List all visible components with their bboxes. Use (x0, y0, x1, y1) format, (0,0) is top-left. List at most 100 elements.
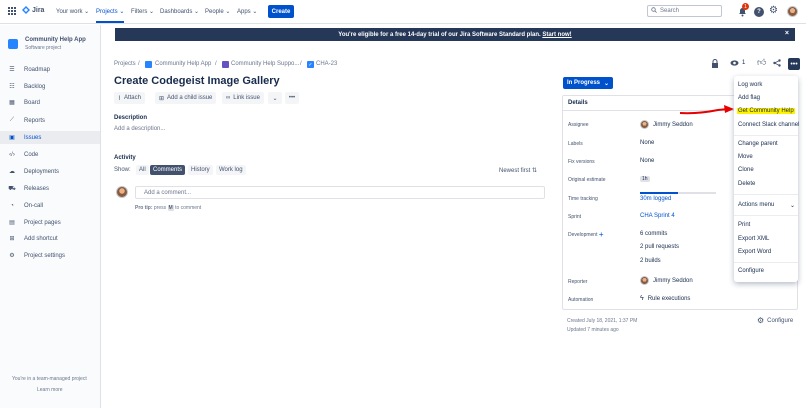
annotation-arrow-icon (679, 105, 734, 115)
sprint-field[interactable]: CHA Sprint 4 (640, 213, 675, 219)
nav-dashboards[interactable]: Dashboards ⌄ (160, 8, 199, 15)
menu-item-change-parent[interactable]: Change parent (738, 141, 778, 147)
commits-link[interactable]: 6 commits (640, 231, 667, 237)
sidebar-item-board[interactable]: ▦ Board (0, 96, 100, 109)
project-icon (145, 61, 152, 68)
close-icon[interactable]: × (785, 30, 789, 37)
menu-item-add-flag[interactable]: Add flag (738, 95, 760, 101)
tab-history[interactable]: History (188, 165, 213, 175)
settings-gear-icon[interactable]: ⚙ (769, 6, 778, 16)
menu-item-actions-menu[interactable]: Actions menu (738, 202, 774, 208)
comment-input[interactable]: Add a comment... (135, 186, 545, 199)
menu-item-log-work[interactable]: Log work (738, 82, 762, 88)
sidebar-item-releases[interactable]: ⛟ Releases (0, 182, 100, 195)
add-child-issue-button[interactable]: ⊞ Add a child issue (155, 92, 217, 104)
create-button[interactable]: Create (268, 5, 294, 18)
nav-apps[interactable]: Apps ⌄ (237, 8, 257, 15)
sidebar-item-code[interactable]: ‹/› Code (0, 148, 100, 161)
assignee-label: Assignee (568, 122, 589, 128)
menu-item-export-xml[interactable]: Export XML (738, 236, 769, 242)
lock-icon[interactable] (711, 59, 719, 70)
notification-badge: 1 (742, 3, 749, 10)
breadcrumb-epic[interactable]: Community Help Suppo... (231, 61, 299, 67)
menu-item-move[interactable]: Move (738, 154, 753, 160)
project-sidebar: Community Help App Software project ☰ Roa… (0, 25, 101, 408)
issue-title[interactable]: Create Codegeist Image Gallery (114, 75, 280, 87)
learn-more-link[interactable]: Learn more (37, 387, 63, 393)
fix-versions-field[interactable]: None (640, 158, 654, 164)
sidebar-item-deployments[interactable]: ☁ Deployments (0, 165, 100, 178)
pull-requests-link[interactable]: 2 pull requests (640, 244, 679, 250)
automation-field[interactable]: ϟ Rule executions (640, 295, 690, 302)
menu-divider (734, 135, 798, 136)
share-icon[interactable] (773, 59, 781, 69)
configure-button[interactable]: ⚙ Configure (757, 316, 793, 325)
breadcrumb-project[interactable]: Community Help App (155, 61, 211, 67)
time-tracking-bar[interactable] (640, 192, 716, 194)
nav-filters[interactable]: Filters ⌄ (131, 8, 154, 15)
project-type: Software project (25, 45, 62, 51)
tab-all[interactable]: All (136, 165, 149, 175)
tab-work-log[interactable]: Work log (216, 165, 246, 175)
pro-tip: Pro tip: press M to comment (135, 205, 202, 211)
sidebar-item-on-call[interactable]: ◔ On-call (0, 199, 100, 212)
sort-order-button[interactable]: Newest first ⇅ (499, 167, 537, 174)
labels-label: Labels (568, 141, 583, 147)
paperclip-icon: ⌇ (118, 95, 121, 102)
attach-button[interactable]: ⌇ Attach (114, 92, 145, 104)
more-actions-button[interactable]: ••• (788, 58, 800, 70)
menu-item-clone[interactable]: Clone (738, 167, 754, 173)
link-icon: ∞ (226, 95, 231, 101)
app-switcher-icon[interactable] (8, 7, 16, 15)
nav-projects[interactable]: Projects ⌄ (96, 8, 125, 23)
help-icon[interactable]: ? (754, 7, 764, 17)
sidebar-item-project-settings[interactable]: ⚙ Project settings (0, 249, 100, 262)
menu-item-get-community-help[interactable]: Get Community Help (737, 108, 795, 114)
comment-placeholder: Add a comment... (144, 189, 192, 196)
menu-item-delete[interactable]: Delete (738, 181, 755, 187)
link-issue-dropdown[interactable]: ⌄ (268, 92, 282, 104)
deployments-icon: ☁ (9, 169, 15, 175)
more-toolbar-button[interactable]: ••• (285, 92, 299, 104)
menu-item-connect-slack[interactable]: Connect Slack channel (738, 122, 799, 128)
project-name[interactable]: Community Help App (25, 37, 86, 43)
start-now-link[interactable]: Start now! (542, 32, 571, 38)
user-avatar[interactable] (787, 6, 798, 17)
reports-icon: ⟋ (9, 117, 15, 123)
nav-your-work[interactable]: Your work ⌄ (56, 8, 89, 15)
menu-item-configure[interactable]: Configure (738, 268, 764, 274)
status-dropdown[interactable]: In Progress ⌄ (563, 77, 613, 89)
builds-link[interactable]: 2 builds (640, 258, 661, 264)
link-issue-button[interactable]: ∞ Link issue (222, 92, 264, 104)
watch-button[interactable]: 1 (730, 59, 745, 67)
trial-banner: You're eligible for a free 14-day trial … (115, 28, 795, 41)
plus-icon[interactable]: + (599, 231, 604, 239)
menu-item-print[interactable]: Print (738, 222, 750, 228)
search-placeholder: Search (660, 8, 680, 14)
sidebar-item-roadmap[interactable]: ☰ Roadmap (0, 63, 100, 76)
labels-field[interactable]: None (640, 140, 654, 146)
sprint-label: Sprint (568, 214, 582, 220)
created-date: Created July 18, 2021, 1:37 PM (567, 318, 638, 324)
assignee-field[interactable]: Jimmy Seddon (640, 120, 693, 129)
breadcrumb-projects[interactable]: Projects (114, 61, 136, 67)
thumbs-up-icon[interactable]: 👍︎ (757, 58, 766, 67)
reporter-field[interactable]: Jimmy Seddon (640, 276, 693, 285)
sidebar-item-reports[interactable]: ⟋ Reports (0, 114, 100, 127)
menu-item-export-word[interactable]: Export Word (738, 249, 771, 255)
tab-comments[interactable]: Comments (150, 165, 186, 175)
time-logged[interactable]: 30m logged (640, 196, 671, 202)
search-input[interactable]: Search (647, 5, 722, 17)
description-field[interactable]: Add a description... (114, 126, 165, 132)
sidebar-item-add-shortcut[interactable]: ⊞ Add shortcut (0, 232, 100, 245)
estimate-field[interactable]: 1h (640, 176, 650, 182)
nav-people[interactable]: People ⌄ (205, 8, 230, 15)
commenter-avatar (116, 186, 128, 198)
sidebar-item-issues[interactable]: ▣ Issues (0, 131, 100, 144)
automation-label: Automation (568, 297, 594, 303)
sidebar-item-backlog[interactable]: ☷ Backlog (0, 80, 100, 93)
breadcrumb-issue-key[interactable]: CHA-23 (316, 61, 337, 67)
sidebar-item-project-pages[interactable]: ▤ Project pages (0, 216, 100, 229)
lightning-icon: ϟ (640, 295, 644, 302)
jira-logo[interactable]: Jira (22, 6, 44, 15)
